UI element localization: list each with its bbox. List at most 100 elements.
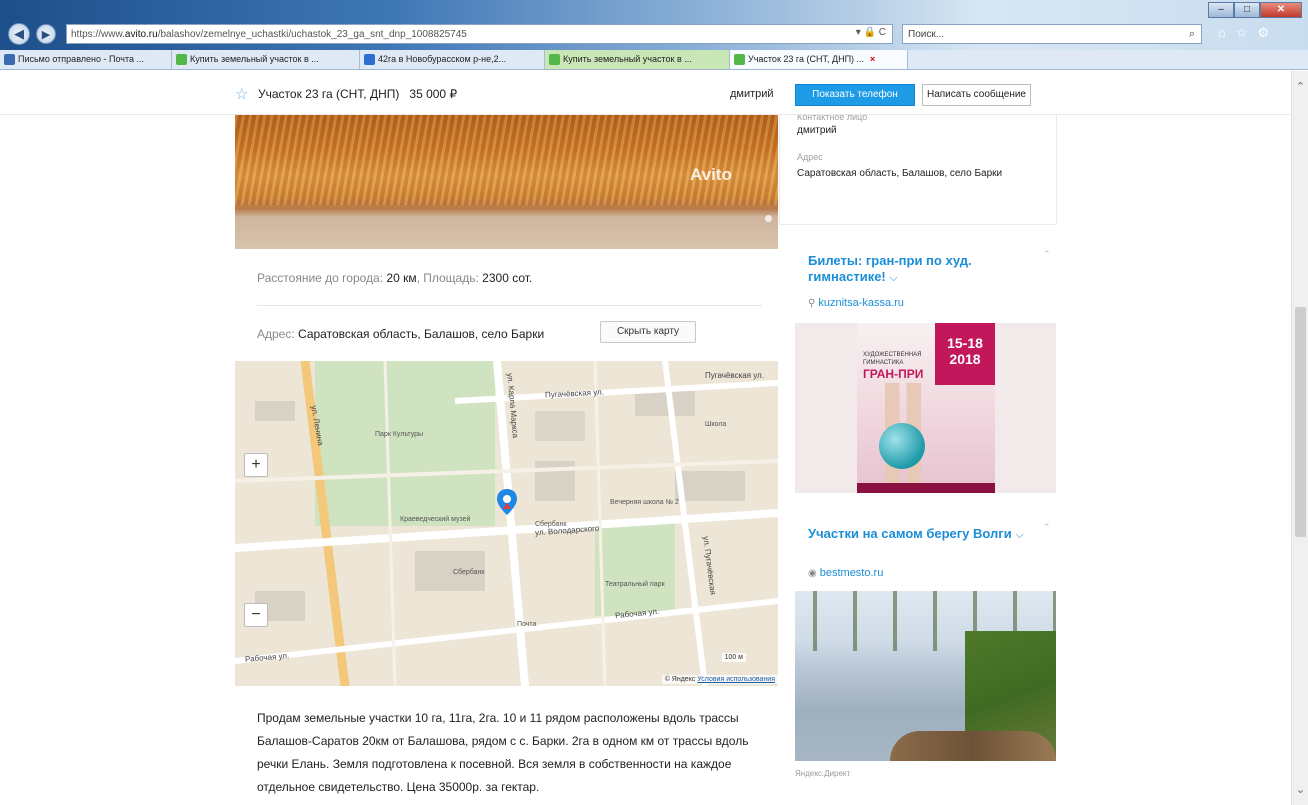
street-label: Пугачёвская ул. bbox=[705, 371, 764, 380]
address-bar-icons[interactable]: ▾ 🔒 C bbox=[856, 27, 886, 38]
contact-address-label: Адрес bbox=[797, 152, 823, 162]
params-line: Расстояние до города: 20 км, Площадь: 23… bbox=[257, 271, 533, 285]
hide-map-button[interactable]: Скрыть карту bbox=[600, 321, 696, 343]
ad-2-domain[interactable]: ◉ bestmesto.ru bbox=[808, 567, 883, 579]
poi-label: Вечерняя школа № 2 bbox=[610, 499, 679, 506]
listing-title-text: Участок 23 га (СНТ, ДНП) bbox=[258, 87, 400, 101]
ad-1-image[interactable]: 15-18 2018 ХУДОЖЕСТВЕННАЯ ГИМНАСТИКА ГРА… bbox=[795, 323, 1056, 493]
scroll-down-icon[interactable]: ⌄ bbox=[1292, 782, 1308, 799]
poster-subtitle: ХУДОЖЕСТВЕННАЯ ГИМНАСТИКА bbox=[863, 352, 922, 366]
area-label: Площадь: bbox=[423, 271, 479, 285]
address-bar[interactable]: https://www. avito.ru/balashov/zemelnye_u… bbox=[66, 24, 893, 44]
tab-strip: Письмо отправлено - Почта ... Купить зем… bbox=[0, 50, 1308, 70]
ad-1-domain[interactable]: ⚲ kuznitsa-kassa.ru bbox=[808, 297, 904, 309]
minimize-button[interactable]: – bbox=[1208, 2, 1234, 18]
write-message-button[interactable]: Написать сообщение bbox=[922, 84, 1031, 106]
poi-label: Сбербанк bbox=[453, 569, 485, 576]
browser-toolbar-icons: ⌂ ☆ ⚙ bbox=[1218, 25, 1269, 41]
yandex-direct-label[interactable]: Яндекс.Директ bbox=[795, 769, 850, 778]
yandex-map[interactable]: ул. Ленина ул. Карла Маркса ул. Володарс… bbox=[235, 361, 778, 686]
gear-icon[interactable]: ⚙ bbox=[1258, 25, 1270, 41]
poi-label: Почта bbox=[517, 621, 537, 628]
map-zoom-out-button[interactable]: − bbox=[244, 603, 268, 627]
chevron-down-icon[interactable]: ⌵ bbox=[1015, 529, 1023, 541]
tab-label: Участок 23 га (СНТ, ДНП) ... bbox=[748, 54, 865, 64]
poster-footer-band bbox=[857, 483, 995, 493]
gallery-dot-icon[interactable] bbox=[765, 215, 772, 222]
forward-arrow-icon[interactable]: ▶ bbox=[36, 24, 56, 44]
tab-avito-1[interactable]: Купить земельный участок в ... bbox=[172, 50, 360, 69]
ad-2-domain-text: bestmesto.ru bbox=[819, 567, 884, 579]
favorites-star-icon[interactable]: ☆ bbox=[1236, 25, 1248, 41]
map-zoom-in-button[interactable]: + bbox=[244, 453, 268, 477]
field-texture bbox=[235, 115, 778, 205]
avito-favicon-icon bbox=[549, 54, 560, 65]
listing-title: Участок 23 га (СНТ, ДНП) 35 000 ₽ bbox=[258, 87, 457, 101]
ad-2-title-text: Участки на самом берегу Волги bbox=[808, 526, 1012, 541]
avito-watermark: Avito bbox=[690, 165, 732, 184]
window-controls: – □ ✕ bbox=[1208, 2, 1302, 18]
chevron-down-icon[interactable]: ⌵ bbox=[889, 272, 897, 284]
distance-label: Расстояние до города: bbox=[257, 271, 384, 285]
close-button[interactable]: ✕ bbox=[1260, 2, 1302, 18]
listing-price: 35 000 ₽ bbox=[409, 87, 458, 101]
url-path: /balashov/zemelnye_uchastki/uchastok_23_… bbox=[157, 28, 467, 40]
favorite-star-icon[interactable]: ☆ bbox=[235, 85, 248, 103]
area-value: 2300 сот. bbox=[482, 271, 533, 285]
seller-name[interactable]: дмитрий bbox=[730, 88, 774, 100]
tab-mail[interactable]: Письмо отправлено - Почта ... bbox=[0, 50, 172, 69]
back-arrow-icon[interactable]: ◀ bbox=[8, 23, 30, 45]
tab-avito-2[interactable]: Купить земельный участок в ... bbox=[545, 50, 730, 69]
url-domain: avito.ru bbox=[124, 28, 158, 40]
gymnastics-ball-graphic bbox=[879, 423, 925, 469]
tab-current[interactable]: Участок 23 га (СНТ, ДНП) ... × bbox=[730, 50, 908, 69]
poster-title: ХУДОЖЕСТВЕННАЯ ГИМНАСТИКА ГРАН-ПРИ bbox=[863, 351, 943, 381]
maximize-button[interactable]: □ bbox=[1234, 2, 1260, 18]
contact-address: Саратовская область, Балашов, село Барки bbox=[797, 168, 1003, 179]
divider bbox=[257, 305, 762, 306]
tab-label: Купить земельный участок в ... bbox=[563, 54, 692, 64]
listing-photo[interactable]: Avito bbox=[235, 115, 778, 249]
poi-label: Краеведческий музей bbox=[400, 516, 471, 523]
show-phone-button[interactable]: Показать телефон bbox=[795, 84, 915, 106]
mail-favicon-icon bbox=[4, 54, 15, 65]
poster-big-title: ГРАН-ПРИ bbox=[863, 367, 924, 381]
tab-ad-42ga[interactable]: 42га в Новобурасском р-не,2... bbox=[360, 50, 545, 69]
poi-label: Парк Культуры bbox=[375, 431, 424, 438]
distance-value: 20 км bbox=[386, 271, 417, 285]
address-label: Адрес: bbox=[257, 327, 295, 341]
url-prefix: https://www. bbox=[71, 28, 125, 40]
home-icon[interactable]: ⌂ bbox=[1218, 25, 1226, 41]
scroll-thumb[interactable] bbox=[1295, 307, 1306, 537]
poi-label: Сбербанк bbox=[535, 521, 567, 528]
tab-label: Письмо отправлено - Почта ... bbox=[18, 54, 144, 64]
search-icon[interactable]: ⌕ bbox=[1189, 28, 1195, 41]
link-icon: ⚲ bbox=[808, 298, 816, 309]
sticky-header: ☆ Участок 23 га (СНТ, ДНП) 35 000 ₽ дмит… bbox=[0, 71, 1290, 115]
scroll-up-icon[interactable]: ⌃ bbox=[1292, 79, 1308, 96]
listing-description: Продам земельные участки 10 га, 11га, 2г… bbox=[257, 711, 749, 794]
tab-close-icon[interactable]: × bbox=[870, 50, 875, 69]
listing-details: Расстояние до города: 20 км, Площадь: 23… bbox=[235, 249, 778, 794]
shore-rocks-graphic bbox=[890, 731, 1056, 761]
ad-2-title[interactable]: Участки на самом берегу Волги ⌵ bbox=[808, 526, 1048, 543]
ad-info-icon[interactable]: ⌃ bbox=[1043, 522, 1051, 533]
page-scrollbar[interactable]: ⌃ ⌄ bbox=[1291, 71, 1308, 805]
address-value: Саратовская область, Балашов, село Барки bbox=[298, 327, 545, 341]
avito-favicon-icon bbox=[734, 54, 745, 65]
ad-info-icon[interactable]: ⌃ bbox=[1043, 249, 1051, 260]
map-terms-link[interactable]: Условия использования bbox=[697, 676, 775, 683]
gymnastics-poster: 15-18 2018 ХУДОЖЕСТВЕННАЯ ГИМНАСТИКА ГРА… bbox=[857, 323, 995, 493]
poi-label: Театральный парк bbox=[605, 581, 665, 588]
ad-2-image[interactable] bbox=[795, 591, 1056, 761]
search-input[interactable]: Поиск... ⌕ bbox=[902, 24, 1202, 44]
address-line: Адрес: Саратовская область, Балашов, сел… bbox=[257, 327, 544, 341]
avito-favicon-icon bbox=[176, 54, 187, 65]
park-area bbox=[315, 361, 495, 526]
ad-1-domain-text: kuznitsa-kassa.ru bbox=[818, 297, 904, 309]
map-pin-icon[interactable] bbox=[497, 489, 517, 515]
ad-1-title[interactable]: Билеты: гран-при по худ. гимнастике! ⌵ bbox=[808, 253, 1048, 286]
page-viewport: Avito Контактное лицо дмитрий Адрес Сара… bbox=[0, 71, 1308, 805]
search-placeholder: Поиск... bbox=[908, 28, 945, 40]
contact-name[interactable]: дмитрий bbox=[797, 123, 1027, 138]
